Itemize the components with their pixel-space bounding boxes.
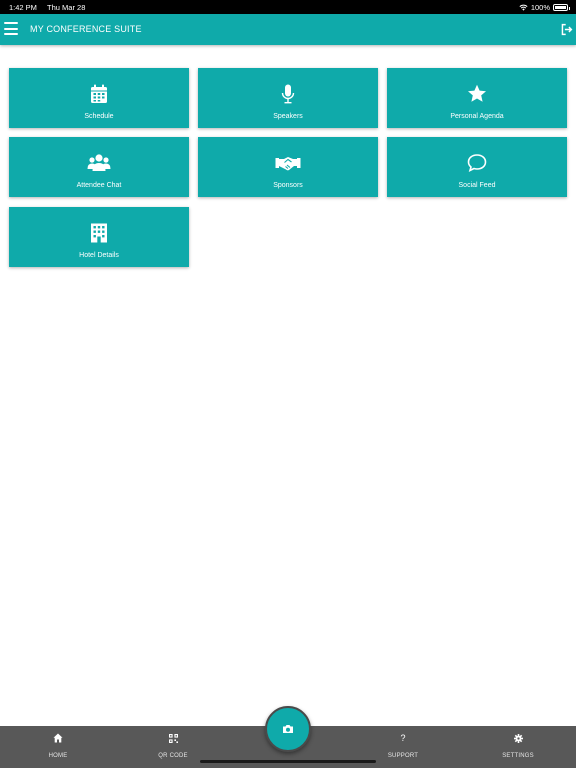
- nav-settings[interactable]: SETTINGS: [488, 726, 548, 768]
- star-icon: [468, 84, 486, 102]
- users-icon: [87, 154, 111, 171]
- tile-schedule[interactable]: Schedule: [9, 68, 189, 128]
- nav-label: SUPPORT: [387, 753, 419, 759]
- question-icon: ?: [400, 733, 406, 743]
- tile-label: Hotel Details: [79, 252, 119, 259]
- nav-label: SETTINGS: [502, 753, 534, 759]
- status-bar: 1:42 PM Thu Mar 28 100%: [0, 0, 576, 14]
- status-time: 1:42 PM: [9, 3, 37, 12]
- nav-qr-code[interactable]: QR CODE: [143, 726, 203, 768]
- home-icon: [53, 733, 63, 743]
- status-time-date: 1:42 PM Thu Mar 28: [9, 3, 85, 12]
- tile-label: Sponsors: [273, 182, 303, 189]
- nav-label: HOME: [48, 753, 68, 759]
- nav-home[interactable]: HOME: [28, 726, 88, 768]
- tile-label: Attendee Chat: [76, 182, 122, 189]
- tile-sponsors[interactable]: Sponsors: [198, 137, 378, 197]
- battery-icon: [553, 4, 570, 11]
- gear-icon: [513, 733, 523, 743]
- tile-personal-agenda[interactable]: Personal Agenda: [387, 68, 567, 128]
- nav-support[interactable]: ? SUPPORT: [373, 726, 433, 768]
- status-date: Thu Mar 28: [47, 3, 86, 12]
- tile-speakers[interactable]: Speakers: [198, 68, 378, 128]
- page-title: MY CONFERENCE SUITE: [30, 24, 142, 34]
- camera-button[interactable]: [265, 706, 311, 752]
- home-indicator: [200, 760, 376, 763]
- tile-hotel-details[interactable]: Hotel Details: [9, 207, 189, 267]
- speech-bubble-icon: [467, 154, 487, 173]
- tile-attendee-chat[interactable]: Attendee Chat: [9, 137, 189, 197]
- tile-label: Personal Agenda: [450, 113, 504, 120]
- handshake-icon: [275, 157, 301, 171]
- tile-label: Social Feed: [458, 182, 496, 189]
- camera-icon: [283, 725, 293, 733]
- hamburger-menu-icon[interactable]: [4, 22, 18, 36]
- building-icon: [91, 223, 107, 243]
- app-header: MY CONFERENCE SUITE: [0, 14, 576, 45]
- microphone-icon: [281, 84, 295, 104]
- logout-icon[interactable]: [560, 23, 573, 36]
- wifi-icon: [519, 4, 528, 11]
- tile-social-feed[interactable]: Social Feed: [387, 137, 567, 197]
- tile-label: Speakers: [273, 113, 303, 120]
- battery-percent: 100%: [530, 3, 550, 12]
- tile-label: Schedule: [84, 113, 114, 120]
- calendar-icon: [91, 84, 107, 103]
- status-indicators: 100%: [519, 3, 570, 12]
- qr-code-icon: [168, 733, 178, 743]
- nav-label: QR CODE: [158, 753, 188, 759]
